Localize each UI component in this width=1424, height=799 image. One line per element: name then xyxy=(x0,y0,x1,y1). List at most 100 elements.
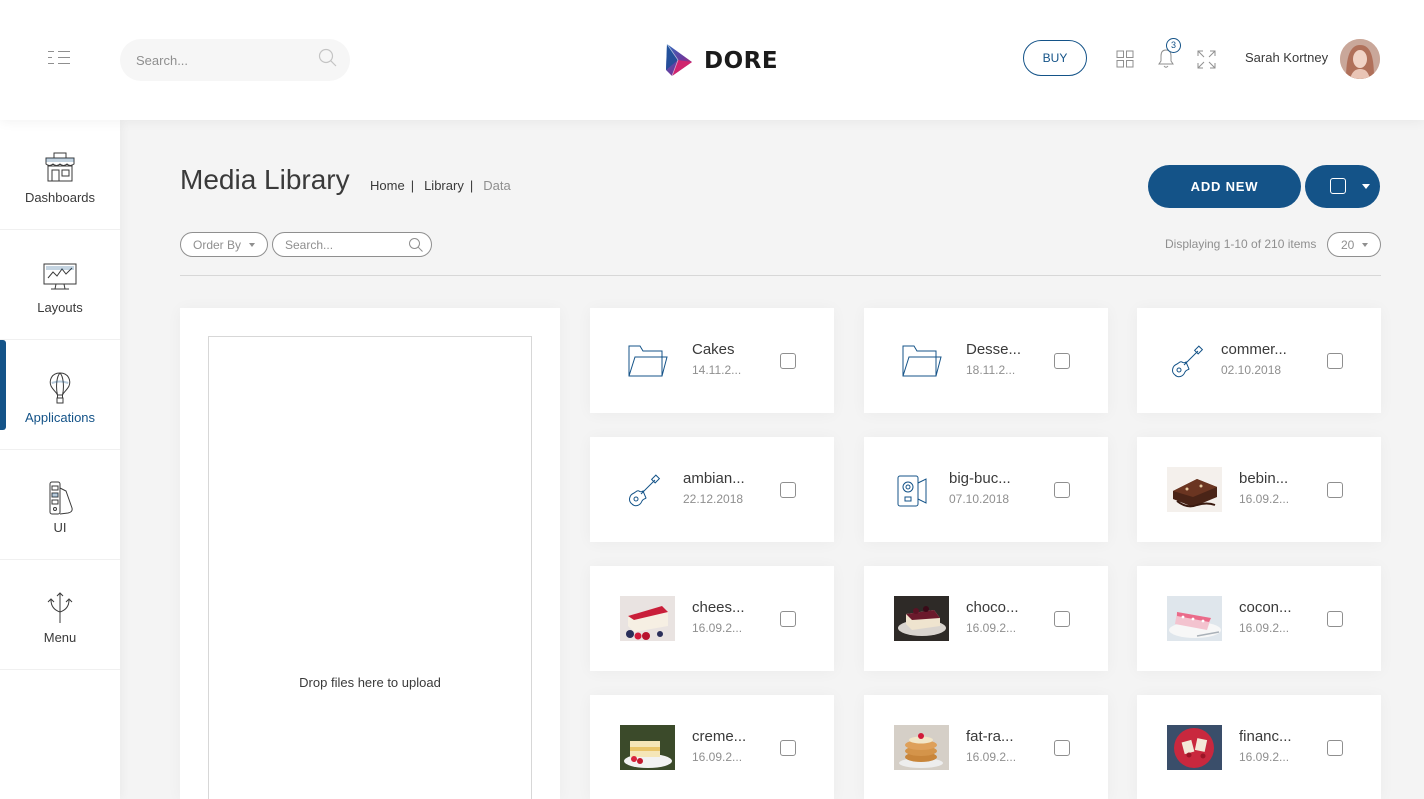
file-checkbox[interactable] xyxy=(1327,611,1343,627)
file-card[interactable]: financ... 16.09.2... xyxy=(1137,695,1381,799)
file-name: commer... xyxy=(1221,341,1287,358)
file-card[interactable]: ambian... 22.12.2018 xyxy=(590,437,834,542)
file-card[interactable]: creme... 16.09.2... xyxy=(590,695,834,799)
file-name: cocon... xyxy=(1239,599,1292,616)
air-balloon-icon xyxy=(49,372,71,404)
dropzone-message: Drop files here to upload xyxy=(299,675,441,690)
file-card[interactable]: choco... 16.09.2... xyxy=(864,566,1108,671)
file-card[interactable]: commer... 02.10.2018 xyxy=(1137,308,1381,413)
file-date: 16.09.2... xyxy=(692,750,743,764)
separator xyxy=(180,275,1381,276)
file-name: choco... xyxy=(966,599,1019,616)
chevron-down-icon xyxy=(249,243,255,247)
file-date: 22.12.2018 xyxy=(683,492,744,506)
apps-grid-icon[interactable] xyxy=(1116,50,1134,68)
file-card[interactable]: Cakes 14.11.2... xyxy=(590,308,834,413)
file-name: Desse... xyxy=(966,341,1022,358)
buy-button[interactable]: BUY xyxy=(1023,40,1087,76)
sidebar-item-label: Layouts xyxy=(37,300,83,315)
file-card[interactable]: fat-ra... 16.09.2... xyxy=(864,695,1108,799)
chevron-down-icon[interactable] xyxy=(1362,184,1370,189)
file-checkbox[interactable] xyxy=(780,482,796,498)
file-date: 16.09.2... xyxy=(1239,621,1290,635)
select-all-checkbox[interactable] xyxy=(1330,178,1346,194)
file-date: 02.10.2018 xyxy=(1221,363,1282,377)
displaying-count: Displaying 1-10 of 210 items xyxy=(1165,237,1317,251)
file-checkbox[interactable] xyxy=(1327,482,1343,498)
three-arrows-icon xyxy=(47,592,73,623)
breadcrumb: Home | Library | Data xyxy=(370,178,511,193)
image-thumbnail xyxy=(1167,596,1222,641)
user-name[interactable]: Sarah Kortney xyxy=(1245,50,1328,65)
header-search xyxy=(120,39,350,81)
file-name: big-buc... xyxy=(949,470,1011,487)
per-page-value: 20 xyxy=(1341,238,1355,252)
breadcrumb-library[interactable]: Library xyxy=(424,178,464,193)
notification-count-badge: 3 xyxy=(1166,38,1181,53)
image-thumbnail xyxy=(894,725,949,770)
file-date: 18.11.2... xyxy=(966,363,1016,377)
order-by-dropdown[interactable]: Order By xyxy=(180,232,268,257)
upload-card: Drop files here to upload xyxy=(180,308,560,799)
sidebar-item-menu[interactable]: Menu xyxy=(0,560,120,670)
breadcrumb-home[interactable]: Home xyxy=(370,178,405,193)
file-card[interactable]: bebin... 16.09.2... xyxy=(1137,437,1381,542)
file-date: 14.11.2... xyxy=(692,363,742,377)
page-title: Media Library xyxy=(180,164,350,195)
file-checkbox[interactable] xyxy=(1054,740,1070,756)
logo[interactable]: DORE xyxy=(664,42,778,80)
user-avatar[interactable] xyxy=(1340,39,1380,79)
file-card[interactable]: big-buc... 07.10.2018 xyxy=(864,437,1108,542)
filter-search xyxy=(272,232,432,257)
sidebar-item-label: Menu xyxy=(43,630,77,645)
filter-search-input[interactable] xyxy=(285,237,405,253)
menu-toggle-icon[interactable] xyxy=(46,50,74,66)
sidebar-item-label: UI xyxy=(53,520,67,535)
sidebar-item-applications[interactable]: Applications xyxy=(0,340,120,450)
breadcrumb-current: Data xyxy=(483,178,511,193)
file-date: 16.09.2... xyxy=(1239,492,1290,506)
file-card[interactable]: Desse... 18.11.2... xyxy=(864,308,1108,413)
file-checkbox[interactable] xyxy=(780,353,796,369)
file-name: bebin... xyxy=(1239,470,1289,487)
file-checkbox[interactable] xyxy=(1054,482,1070,498)
file-name: financ... xyxy=(1239,728,1292,745)
add-new-button[interactable]: ADD NEW xyxy=(1148,165,1301,208)
file-checkbox[interactable] xyxy=(780,611,796,627)
select-all-split-button[interactable] xyxy=(1305,165,1380,208)
file-checkbox[interactable] xyxy=(1327,740,1343,756)
guitar-icon xyxy=(1172,345,1204,378)
file-date: 16.09.2... xyxy=(692,621,743,635)
file-checkbox[interactable] xyxy=(1327,353,1343,369)
sidebar-item-label: Applications xyxy=(24,410,96,425)
file-date: 16.09.2... xyxy=(966,750,1017,764)
order-by-label: Order By xyxy=(193,238,242,252)
folder-icon xyxy=(902,345,942,377)
header-search-input[interactable] xyxy=(136,49,306,71)
file-checkbox[interactable] xyxy=(780,740,796,756)
shop-icon xyxy=(45,152,75,182)
file-checkbox[interactable] xyxy=(1054,353,1070,369)
image-thumbnail xyxy=(1167,467,1222,512)
fullscreen-icon[interactable] xyxy=(1197,50,1216,69)
sidebar-item-layouts[interactable]: Layouts xyxy=(0,230,120,340)
file-date: 16.09.2... xyxy=(1239,750,1290,764)
file-checkbox[interactable] xyxy=(1054,611,1070,627)
video-camera-icon xyxy=(897,475,927,507)
file-card[interactable]: cocon... 16.09.2... xyxy=(1137,566,1381,671)
file-name: fat-ra... xyxy=(966,728,1014,745)
sidebar-item-dashboards[interactable]: Dashboards xyxy=(0,120,120,230)
file-name: creme... xyxy=(692,728,747,745)
monitor-icon xyxy=(43,263,77,290)
search-icon[interactable] xyxy=(318,48,338,68)
search-icon[interactable] xyxy=(408,237,424,253)
top-navbar: DORE BUY 3 Sarah Kortney xyxy=(0,0,1424,120)
logo-mark-icon xyxy=(666,43,692,77)
file-date: 16.09.2... xyxy=(966,621,1017,635)
file-name: Cakes xyxy=(692,341,735,358)
per-page-dropdown[interactable]: 20 xyxy=(1327,232,1381,257)
file-card[interactable]: chees... 16.09.2... xyxy=(590,566,834,671)
sidebar-item-ui[interactable]: UI xyxy=(0,450,120,560)
sidebar-item-label: Dashboards xyxy=(24,190,96,205)
dropzone[interactable]: Drop files here to upload xyxy=(208,336,532,799)
